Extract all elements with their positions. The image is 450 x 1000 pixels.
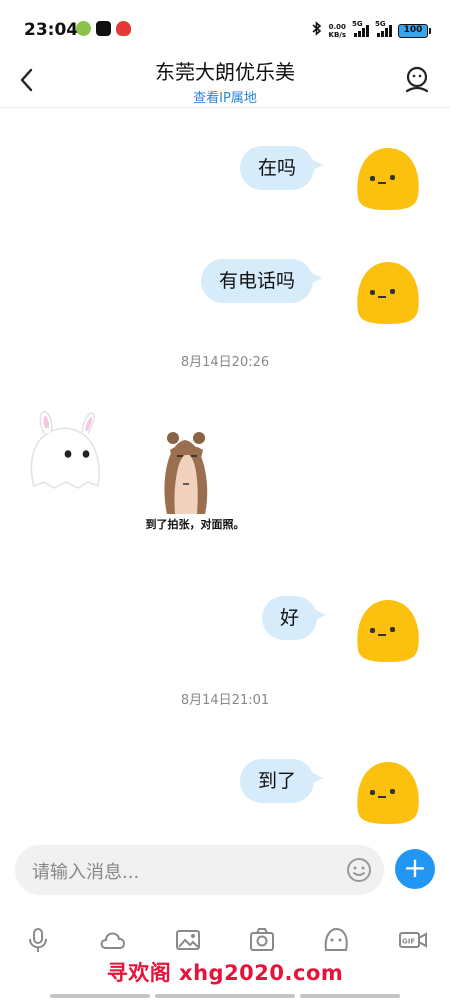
my-avatar[interactable] [352, 144, 422, 212]
app-notification-icon [96, 21, 111, 36]
nav-indicator [300, 994, 400, 998]
sticker-message[interactable]: 到了拍张，对面照。 [125, 428, 265, 536]
profile-button[interactable] [404, 64, 430, 96]
voice-button[interactable] [24, 926, 52, 954]
page-title: 东莞大朗优乐美 [155, 60, 295, 84]
contact-avatar[interactable] [26, 406, 106, 494]
sticker-button[interactable] [322, 926, 350, 954]
smiley-icon [347, 858, 371, 882]
network-speed: 0.00 KB/s [328, 22, 346, 39]
microphone-icon [29, 928, 47, 952]
camel-sticker-image [164, 432, 208, 514]
camera-button[interactable] [248, 926, 276, 954]
status-bar: 23:04 0.00 KB/s 5G 5G 100 [0, 0, 450, 56]
nav-indicator [155, 994, 295, 998]
app-notification-icon [76, 21, 91, 36]
sticker-caption: 到了拍张，对面照。 [145, 518, 245, 531]
message-bubble-outgoing[interactable]: 有电话吗 [201, 259, 323, 303]
cloud-icon [100, 932, 125, 949]
message-timestamp: 8月14日20:26 [180, 355, 270, 370]
battery-icon: 100 [398, 23, 431, 38]
message-bubble-outgoing[interactable]: 到了 [240, 759, 324, 803]
gif-video-icon: GIF [399, 932, 427, 948]
message-bubble-outgoing[interactable]: 在吗 [240, 146, 324, 190]
signal-icon: 5G [375, 20, 392, 37]
gif-button[interactable]: GIF [398, 926, 428, 954]
nav-indicator [50, 994, 150, 998]
plus-icon: + [403, 851, 427, 884]
camera-icon [250, 928, 274, 951]
emoji-button[interactable] [346, 857, 372, 883]
input-placeholder: 请输入消息... [32, 862, 140, 883]
my-avatar[interactable] [352, 758, 422, 826]
watermark-text: 寻欢阁 xhg2020.com [106, 961, 344, 985]
status-time: 23:04 [24, 20, 79, 40]
image-icon [176, 930, 200, 950]
input-toolbar: GIF [0, 926, 450, 958]
my-avatar[interactable] [352, 258, 422, 326]
status-indicators: 0.00 KB/s 5G 5G 100 [311, 20, 431, 40]
view-ip-location-link[interactable]: 查看IP属地 [0, 87, 450, 106]
cloud-button[interactable] [98, 926, 126, 954]
signal-icon: 5G [352, 20, 369, 37]
notification-icons [76, 21, 131, 36]
message-timestamp: 8月14日21:01 [180, 693, 270, 708]
ghost-face-icon [324, 927, 348, 951]
more-actions-button[interactable]: + [395, 849, 435, 889]
user-profile-icon [405, 66, 429, 93]
message-bubble-outgoing[interactable]: 好 [262, 596, 327, 640]
message-input[interactable]: 请输入消息... [15, 845, 384, 895]
bluetooth-icon [311, 21, 323, 40]
my-avatar[interactable] [352, 596, 422, 664]
chat-header: 东莞大朗优乐美 查看IP属地 [0, 56, 450, 108]
image-button[interactable] [174, 926, 202, 954]
svg-text:GIF: GIF [402, 938, 415, 946]
app-notification-icon [116, 21, 131, 36]
